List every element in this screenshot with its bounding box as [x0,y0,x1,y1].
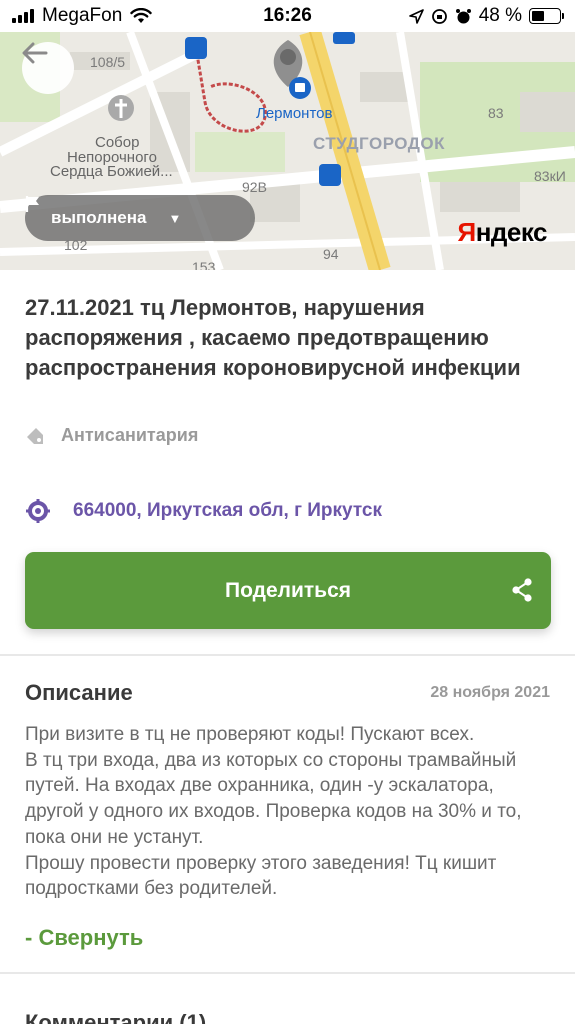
map-label-house: 94 [323,246,339,262]
map-label-house: 108/5 [90,54,126,70]
chevron-down-icon: ▼ [168,210,182,226]
description-date: 28 ноября 2021 [430,684,550,701]
issue-category: Антисанитария [25,425,198,446]
map-label-house: 83 [488,105,504,121]
comments-heading[interactable]: Комментарии (1) [25,1010,206,1024]
tag-icon [27,427,43,444]
description-text: При визите в тц не проверяют коды! Пуска… [25,724,522,900]
share-button[interactable]: Поделиться [25,552,551,629]
map-label-house: 153 [192,259,216,270]
status-dropdown[interactable]: выполнена ▼ [25,195,255,241]
map-label-house: 83кИ [534,168,566,184]
share-label: Поделиться [224,578,352,602]
collapse-link[interactable]: - Свернуть [25,925,143,951]
location-target-icon [26,499,50,523]
address-text: 664000, Иркутская обл, г Иркутск [73,500,382,521]
share-icon [512,578,532,602]
issue-address[interactable]: 664000, Иркутская обл, г Иркутск [25,498,382,524]
alarm-icon [455,8,471,23]
map-view[interactable]: 108/5 Собор Непорочного Сердца Божией...… [0,32,575,270]
category-label: Антисанитария [61,425,199,445]
location-arrow-icon [408,8,424,24]
status-bar: MegaFon 16:26 48 % [0,0,575,32]
divider [0,654,575,656]
battery-icon [529,8,564,24]
back-button[interactable] [22,42,74,94]
rotation-lock-icon [431,8,447,24]
battery-percent: 48 % [478,5,522,26]
flag-icon [25,196,39,212]
divider [0,972,575,974]
map-label-house: 92В [242,179,267,195]
description-heading: Описание [25,680,133,705]
yandex-logo: Яндекс [457,217,548,247]
map-label-district: СТУДГОРОДОК [313,134,446,153]
map-label-church: Сердца Божией... [50,163,173,180]
status-label: выполнена [51,208,147,227]
arrow-left-icon [22,42,48,64]
issue-title: 27.11.2021 тц Лермонтов, нарушения распо… [25,295,521,380]
map-label-mall: Лермонтов [256,105,333,122]
